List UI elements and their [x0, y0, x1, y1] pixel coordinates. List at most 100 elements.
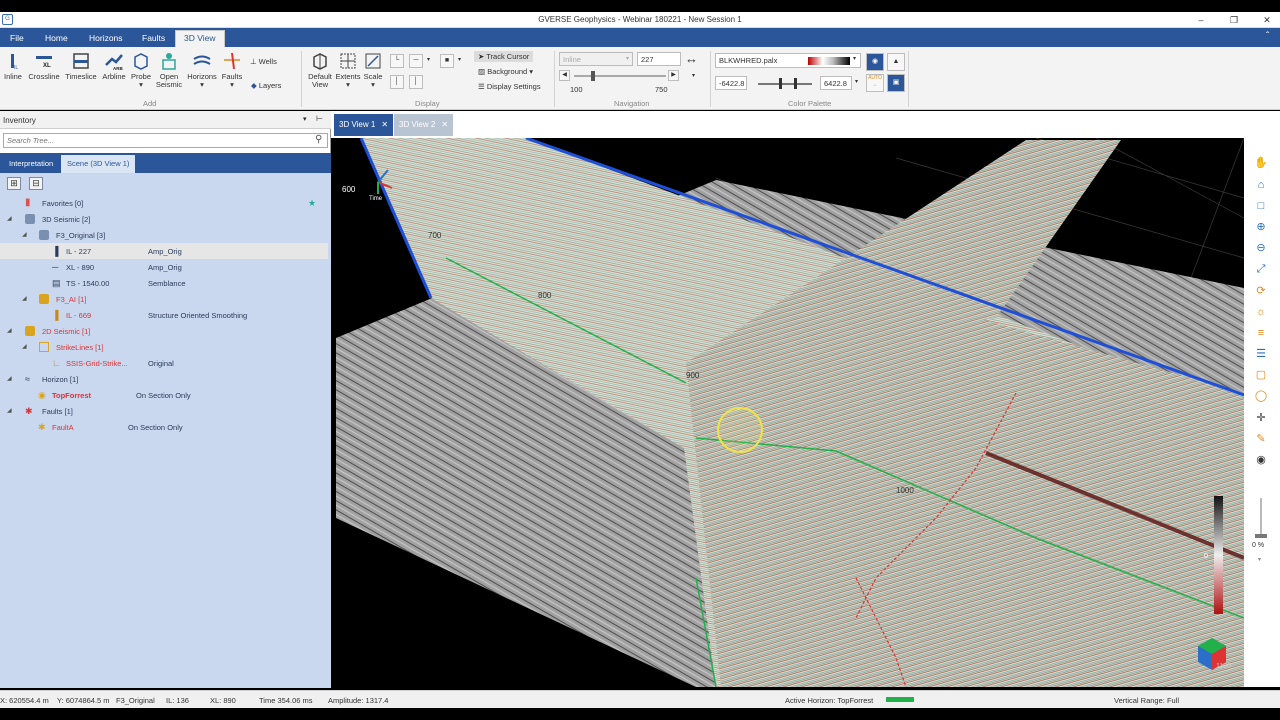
expand-arrow-icon[interactable]: ◢	[7, 215, 12, 222]
arbline-button[interactable]: ARB Arbline	[100, 51, 128, 81]
left-wall-icon[interactable]: │	[390, 75, 404, 89]
navigation-slider[interactable]	[574, 75, 666, 77]
expand-arrow-icon[interactable]: ◢	[22, 231, 27, 238]
tree-item[interactable]: ◉ TopForrest On Section Only	[0, 387, 328, 403]
menu-tab-faults[interactable]: Faults	[134, 31, 173, 47]
collapse-all-icon[interactable]: ⊟	[29, 177, 43, 190]
navigation-dropdown-icon[interactable]: ▾	[692, 72, 695, 79]
tree-item[interactable]: ◢ F3_AI [1]	[0, 291, 328, 307]
tree-item[interactable]: ◢ ✱ Faults [1]	[0, 403, 328, 419]
tree-item[interactable]: ◢ ≈ Horizon [1]	[0, 371, 328, 387]
search-tree-input[interactable]	[4, 134, 304, 146]
faults-button[interactable]: Faults ▾	[220, 51, 244, 89]
palette-min-input[interactable]: -6422.8	[715, 76, 747, 90]
palette-editor-icon[interactable]: ▣	[887, 74, 905, 92]
seismic-scene[interactable]: 600 700 800 900 1000 Time 0 1100	[336, 138, 1244, 687]
palette-high-thumb[interactable]	[794, 78, 797, 89]
layers-button[interactable]: ◆ Layers	[251, 81, 281, 90]
zoom-out-icon[interactable]: ⊖	[1254, 241, 1268, 255]
expand-arrow-icon[interactable]: ◢	[22, 295, 27, 302]
menu-tab-horizons[interactable]: Horizons	[81, 31, 131, 47]
tree-item[interactable]: ▐ IL - 227 Amp_Orig	[0, 243, 328, 259]
expand-arrow-icon[interactable]: ◢	[7, 327, 12, 334]
zoom-slider-thumb[interactable]	[1255, 534, 1267, 538]
crossline-button[interactable]: XL Crossline	[27, 51, 61, 81]
close-tab-icon[interactable]: ✕	[441, 120, 448, 129]
step-back-icon[interactable]: ◀	[559, 70, 570, 81]
tree-item[interactable]: ◢ F3_Original [3]	[0, 227, 328, 243]
search-icon[interactable]: ⚲	[315, 134, 322, 145]
fullscreen-icon[interactable]: ⤢	[1254, 262, 1268, 276]
expand-horizontal-icon[interactable]: ↔	[685, 51, 698, 66]
probe-button[interactable]: Probe ▾	[129, 51, 153, 89]
palette-select[interactable]: BLKWHRED.palx ▾	[715, 53, 861, 68]
menu-tab-file[interactable]: File	[2, 31, 32, 47]
tab-3d-view-2[interactable]: 3D View 2 ✕	[394, 114, 454, 136]
expand-arrow-icon[interactable]: ◢	[7, 375, 12, 382]
track-cursor-button[interactable]: ➤ Track Cursor	[474, 51, 534, 62]
tree-item[interactable]: ◢ StrikeLines [1]	[0, 339, 328, 355]
grid-dropdown-icon[interactable]: ▾	[427, 56, 430, 63]
close-button[interactable]: ✕	[1256, 13, 1278, 27]
display-settings-button[interactable]: ☰ Display Settings	[478, 82, 541, 91]
light-icon[interactable]: ☼	[1254, 305, 1268, 319]
box-toggle-icon[interactable]: ■	[440, 54, 454, 68]
palette-dropdown-icon[interactable]: ▾	[855, 78, 858, 85]
lasso-icon[interactable]: ◯	[1254, 389, 1268, 403]
minimize-button[interactable]: –	[1190, 13, 1212, 27]
move-icon[interactable]: ✛	[1254, 411, 1268, 425]
zoom-down-icon[interactable]: ▾	[1258, 556, 1261, 563]
extents-button[interactable]: Extents ▾	[335, 51, 361, 89]
3d-viewport[interactable]: 600 700 800 900 1000 Time 0 1100	[336, 138, 1244, 687]
annotate-icon[interactable]: ✎	[1254, 432, 1268, 446]
tree-item[interactable]: ◢ 2D Seismic [1]	[0, 323, 328, 339]
expand-arrow-icon[interactable]: ◢	[22, 343, 27, 350]
pan-hand-icon[interactable]: ✋	[1254, 156, 1268, 170]
navigation-slider-thumb[interactable]	[591, 71, 596, 81]
step-forward-icon[interactable]: ▶	[668, 70, 679, 81]
box-dropdown-icon[interactable]: ▾	[458, 56, 461, 63]
tab-scene[interactable]: Scene (3D View 1)	[61, 155, 136, 173]
tree-item[interactable]: ✱ FaultA On Section Only	[0, 419, 328, 435]
right-wall-icon[interactable]: │	[409, 75, 423, 89]
measure-icon[interactable]: ≡	[1254, 326, 1268, 340]
palette-mode-icon[interactable]: ◉	[866, 53, 884, 71]
navigation-mode-select[interactable]: Inline ▾	[559, 52, 633, 66]
menu-tab-3d-view[interactable]: 3D View	[175, 30, 225, 47]
menu-tab-home[interactable]: Home	[37, 31, 76, 47]
expand-all-icon[interactable]: ⊞	[7, 177, 21, 190]
select-icon[interactable]: ▢	[1254, 368, 1268, 382]
camera-icon[interactable]: ◉	[1254, 453, 1268, 467]
close-tab-icon[interactable]: ✕	[381, 120, 388, 129]
open-seismic-button[interactable]: Open Seismic	[155, 51, 183, 89]
zoom-in-icon[interactable]: ⊕	[1254, 220, 1268, 234]
chevron-up-icon[interactable]: ˆ	[1258, 31, 1277, 47]
grid-top-icon[interactable]: ─	[409, 54, 423, 68]
histogram-icon[interactable]: ▲	[887, 53, 905, 71]
auto-button[interactable]: AUTO ↔	[866, 74, 884, 92]
home-icon[interactable]: ⌂	[1254, 178, 1268, 192]
zoom-slider[interactable]	[1260, 498, 1262, 538]
default-view-button[interactable]: Default View	[305, 51, 335, 89]
grid-bottom-icon[interactable]: └	[390, 54, 404, 68]
panel-menu-icon[interactable]: ▾	[303, 115, 307, 123]
rotate-icon[interactable]: ⟳	[1254, 284, 1268, 298]
tree-item[interactable]: ─ XL - 890 Amp_Orig	[0, 259, 328, 275]
navigation-value-input[interactable]: 227	[637, 52, 681, 66]
expand-arrow-icon[interactable]: ◢	[7, 407, 12, 414]
palette-max-input[interactable]: 6422.8	[820, 76, 852, 90]
maximize-button[interactable]: ❐	[1223, 13, 1245, 27]
background-button[interactable]: ▨ Background ▾	[478, 67, 533, 76]
favorite-star-icon[interactable]: ★	[308, 198, 316, 209]
tree-item[interactable]: ◢ 3D Seismic [2]	[0, 211, 328, 227]
tab-interpretation[interactable]: Interpretation	[3, 155, 59, 173]
palette-range-slider[interactable]	[758, 83, 812, 85]
wells-button[interactable]: ⊥ Wells	[250, 57, 277, 66]
palette-low-thumb[interactable]	[779, 78, 782, 89]
timeslice-button[interactable]: Timeslice	[64, 51, 98, 81]
tree-item[interactable]: ▮ Favorites [0] ★	[0, 195, 328, 211]
horizons-button[interactable]: Horizons ▾	[185, 51, 219, 89]
scale-button[interactable]: Scale ▾	[362, 51, 384, 89]
tree-item[interactable]: ▤ TS - 1540.00 Semblance	[0, 275, 328, 291]
tab-3d-view-1[interactable]: 3D View 1 ✕	[334, 114, 394, 136]
